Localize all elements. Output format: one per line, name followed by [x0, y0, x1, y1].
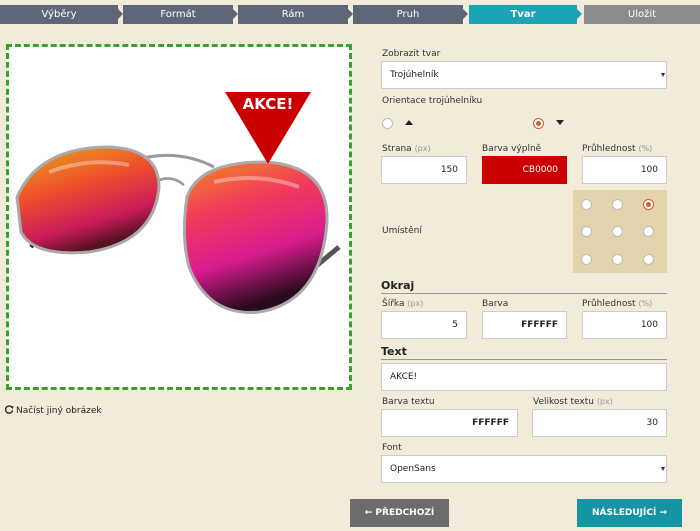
badge-text: AKCE! [243, 95, 294, 113]
previous-button[interactable]: ← PŘEDCHOZÍ [350, 499, 449, 527]
chevron-down-icon [661, 456, 666, 482]
placement-top-right-radio[interactable] [643, 199, 654, 210]
fill-color-input[interactable]: CB0000 [482, 156, 567, 184]
font-label: Font [382, 443, 402, 453]
border-color-label: Barva [482, 299, 509, 309]
shape-select[interactable]: Trojúhelník [381, 61, 667, 89]
step-pruh[interactable]: Pruh [353, 5, 463, 24]
border-opacity-label: Průhlednost (%) [582, 299, 653, 309]
placement-middle-right-radio[interactable] [643, 226, 654, 237]
reload-label: Načíst jiný obrázek [16, 406, 102, 416]
side-input[interactable]: 150 [381, 156, 467, 184]
placement-grid [573, 190, 667, 273]
text-section-title: Text [381, 345, 667, 360]
font-select-value: OpenSans [390, 464, 436, 474]
step-format[interactable]: Formát [123, 5, 233, 24]
opacity-input[interactable]: 100 [582, 156, 667, 184]
shape-select-value: Trojúhelník [390, 70, 439, 80]
orientation-down-radio[interactable] [533, 118, 544, 129]
step-ulozit[interactable]: Uložit [584, 5, 700, 24]
triangle-down-icon [556, 120, 564, 125]
step-tvar[interactable]: Tvar [469, 5, 577, 24]
orientation-label: Orientace trojúhelníku [382, 96, 483, 106]
shape-label: Zobrazit tvar [382, 49, 441, 59]
text-size-label: Velikost textu (px) [533, 397, 613, 407]
orientation-up-radio[interactable] [382, 118, 393, 129]
triangle-up-icon [405, 120, 413, 125]
chevron-down-icon [661, 62, 666, 88]
border-section-title: Okraj [381, 279, 667, 294]
sunglasses-image: AKCE! [15, 92, 341, 314]
border-width-input[interactable]: 5 [381, 311, 467, 339]
placement-top-left-radio[interactable] [581, 199, 592, 210]
step-separator-icon [463, 9, 468, 19]
reload-image-link[interactable]: Načíst jiný obrázek [5, 405, 102, 416]
placement-label: Umístění [382, 226, 422, 236]
fill-color-label: Barva výplně [482, 144, 542, 154]
placement-middle-left-radio[interactable] [581, 226, 592, 237]
text-input[interactable]: AKCE! [381, 363, 667, 391]
step-ram[interactable]: Rám [238, 5, 348, 24]
border-opacity-input[interactable]: 100 [582, 311, 667, 339]
placement-bottom-left-radio[interactable] [581, 254, 592, 265]
text-color-label: Barva textu [382, 397, 435, 407]
placement-top-center-radio[interactable] [612, 199, 623, 210]
border-color-input[interactable]: FFFFFF [482, 311, 567, 339]
step-vybery[interactable]: Výběry [0, 5, 118, 24]
step-separator-icon [577, 9, 582, 19]
text-color-input[interactable]: FFFFFF [381, 409, 518, 437]
next-button[interactable]: NÁSLEDUJÍCÍ → [577, 499, 682, 527]
font-select[interactable]: OpenSans [381, 455, 667, 483]
placement-bottom-right-radio[interactable] [643, 254, 654, 265]
placement-center-radio[interactable] [612, 226, 623, 237]
side-label: Strana (px) [382, 144, 431, 154]
opacity-label: Průhlednost (%) [582, 144, 653, 154]
refresh-icon [5, 405, 14, 414]
placement-bottom-center-radio[interactable] [612, 254, 623, 265]
border-width-label: Šířka (px) [382, 299, 424, 309]
text-size-input[interactable]: 30 [532, 409, 667, 437]
wizard-steps: Výběry Formát Rám Pruh Tvar Uložit [0, 5, 700, 24]
image-preview[interactable]: AKCE! [6, 44, 352, 390]
